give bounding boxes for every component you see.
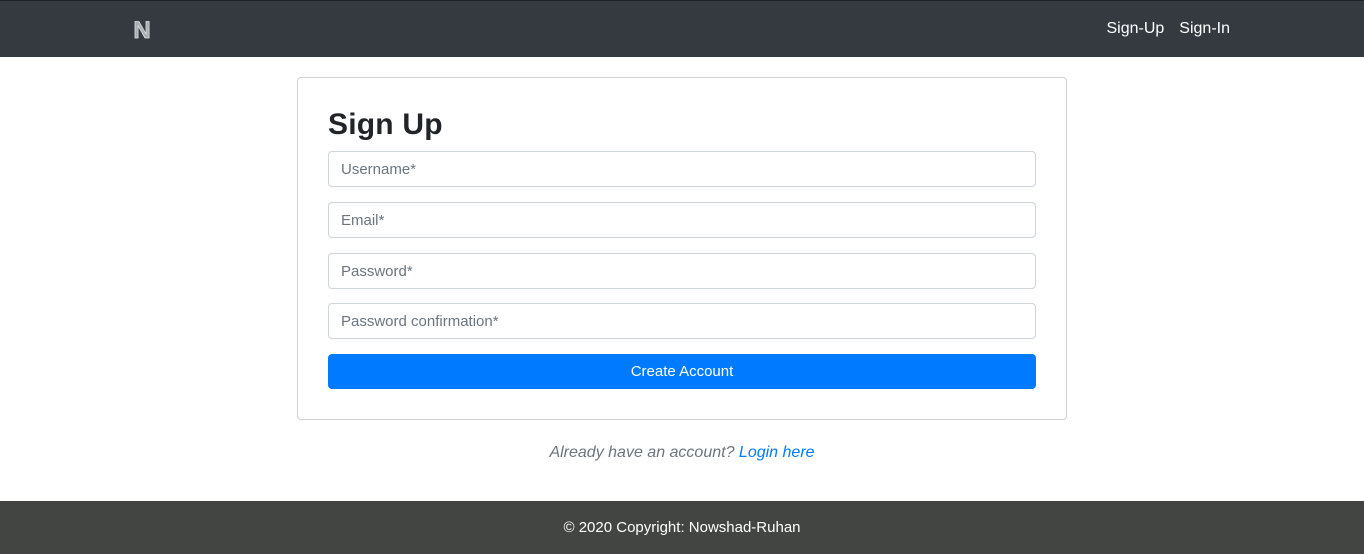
nav-links: Sign-Up Sign-In	[1106, 20, 1230, 38]
n-logo-icon: N	[133, 17, 151, 45]
password-confirmation-field[interactable]	[328, 303, 1036, 339]
login-hint: Already have an account? Login here	[0, 444, 1364, 462]
footer: © 2020 Copyright: Nowshad-Ruhan	[0, 501, 1364, 554]
signup-card: Sign Up Create Account	[297, 77, 1067, 420]
nav-link-sign-in[interactable]: Sign-In	[1179, 20, 1230, 38]
brand-logo[interactable]: N	[127, 15, 157, 45]
page-title: Sign Up	[328, 108, 443, 141]
copyright-text: © 2020 Copyright: Nowshad-Ruhan	[563, 519, 801, 536]
email-field[interactable]	[328, 202, 1036, 238]
login-link[interactable]: Login here	[739, 444, 815, 461]
svg-text:N: N	[133, 17, 150, 44]
login-hint-text: Already have an account?	[549, 444, 735, 461]
create-account-button[interactable]: Create Account	[328, 354, 1036, 389]
top-navbar: N Sign-Up Sign-In	[0, 0, 1364, 57]
nav-link-sign-up[interactable]: Sign-Up	[1106, 20, 1164, 38]
username-field[interactable]	[328, 151, 1036, 187]
password-field[interactable]	[328, 253, 1036, 289]
